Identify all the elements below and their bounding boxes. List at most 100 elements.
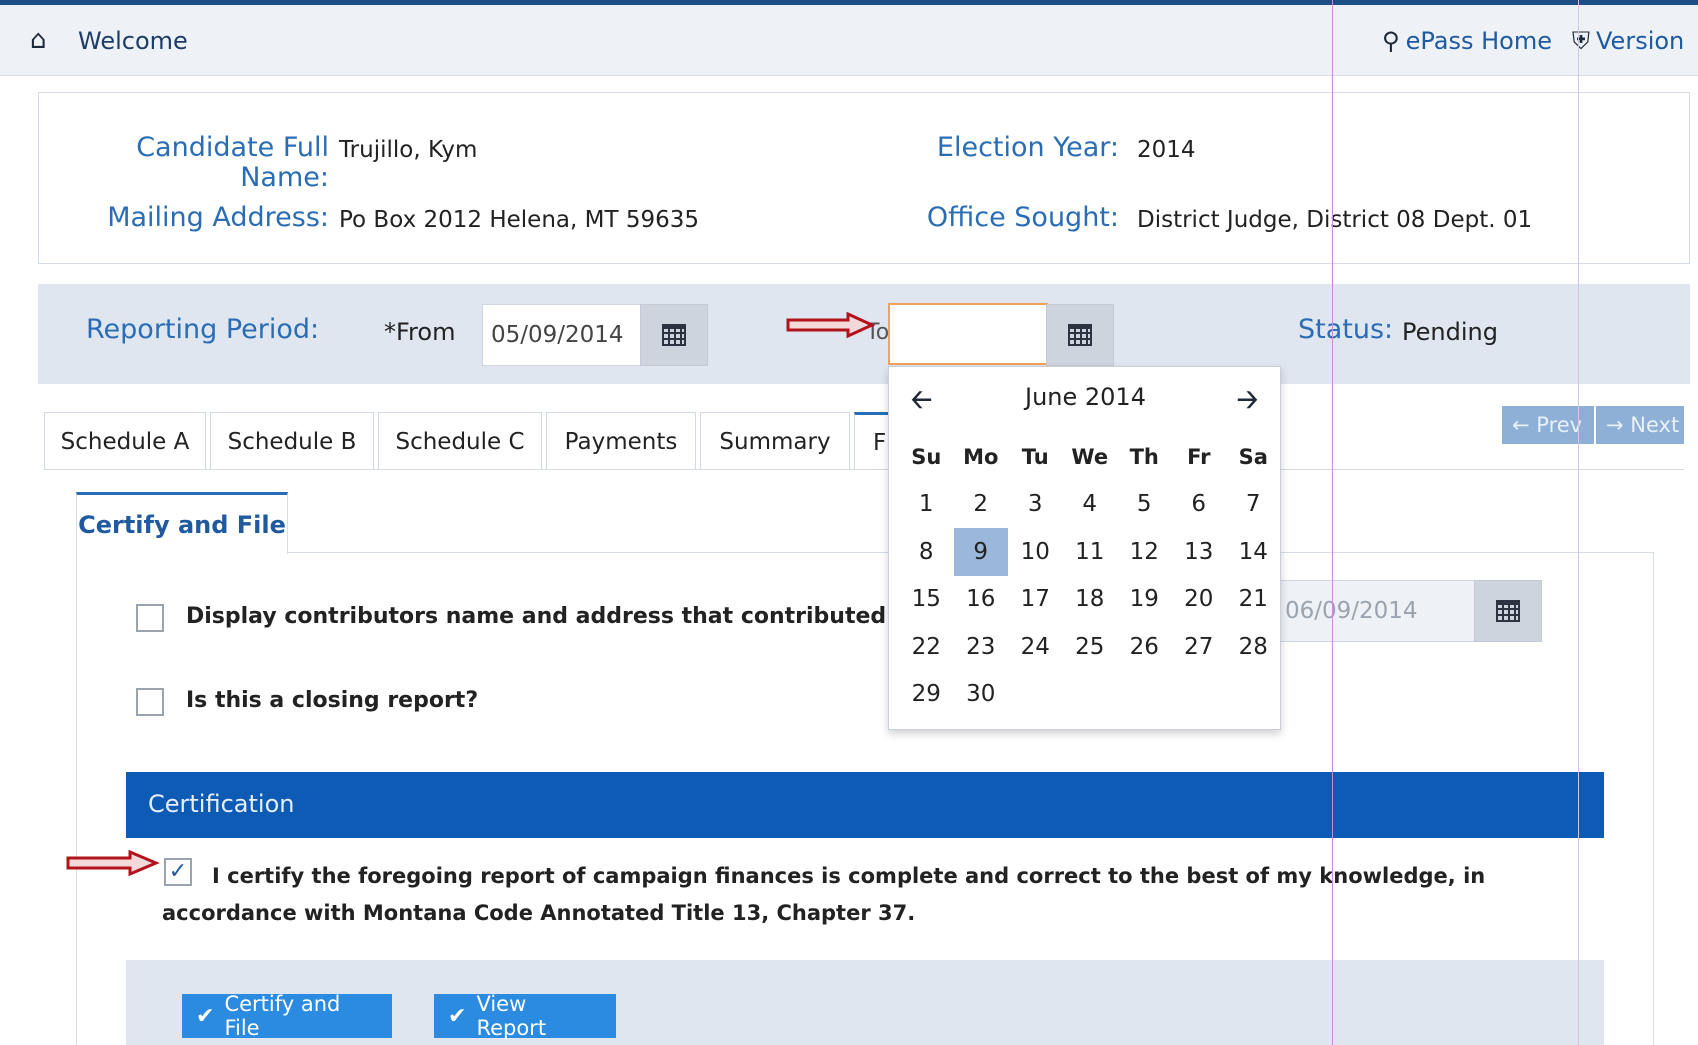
calendar-day[interactable]: 7 (1226, 481, 1281, 529)
reporting-period-label: Reporting Period: (86, 314, 320, 345)
calendar-day[interactable]: 21 (1226, 576, 1281, 624)
calendar-day[interactable]: 2 (954, 481, 1009, 529)
tab-payments[interactable]: Payments (546, 412, 696, 470)
tab-certify-and-file[interactable]: Certify and File (76, 492, 288, 554)
to-date-input[interactable] (888, 303, 1048, 365)
calendar-day[interactable]: 19 (1117, 576, 1172, 624)
mailing-address-value: Po Box 2012 Helena, MT 59635 (339, 207, 699, 233)
calendar-day[interactable]: 4 (1063, 481, 1118, 529)
calendar-day[interactable]: 15 (899, 576, 954, 624)
next-button[interactable]: → Next (1596, 406, 1684, 444)
calendar-day[interactable]: 18 (1063, 576, 1118, 624)
election-year-value: 2014 (1137, 137, 1196, 163)
calendar-day[interactable]: 1 (899, 481, 954, 529)
tab-schedule-a[interactable]: Schedule A (44, 412, 206, 470)
home-icon[interactable]: ⌂ (30, 25, 47, 55)
check-icon: ✔ (448, 1003, 467, 1029)
tab-schedule-c[interactable]: Schedule C (378, 412, 542, 470)
election-year-label: Election Year: (936, 132, 1119, 163)
closing-report-label: Is this a closing report? (186, 688, 479, 713)
calendar-day[interactable]: 30 (954, 671, 1009, 719)
from-date-input[interactable] (482, 304, 642, 366)
calendar-day[interactable]: 8 (899, 528, 954, 576)
calendar-day[interactable]: 24 (1008, 623, 1063, 671)
calendar-day[interactable]: 29 (899, 671, 954, 719)
arrow-right-icon: → (1606, 413, 1631, 437)
calendar-day-selected[interactable]: 9 (953, 528, 1008, 576)
office-sought-value: District Judge, District 08 Dept. 01 (1137, 207, 1533, 233)
weekday-header: Th (1129, 444, 1159, 469)
arrow-left-icon: ← (1512, 413, 1537, 437)
filed-date-calendar-button[interactable] (1474, 580, 1542, 642)
weekday-header: Tu (1021, 444, 1049, 469)
candidate-name-label: Candidate Full Name: (136, 132, 329, 193)
weekday-header: Sa (1238, 444, 1268, 469)
annotation-arrow-icon (786, 312, 876, 338)
certify-and-file-button[interactable]: ✔ Certify and File (182, 992, 392, 1040)
welcome-link[interactable]: Welcome (78, 27, 188, 55)
scan-line (1578, 0, 1579, 1045)
weekday-header: Fr (1187, 444, 1211, 469)
scan-line (1332, 0, 1333, 1045)
check-icon: ✔ (196, 1003, 215, 1029)
certification-statement: I certify the foregoing report of campai… (162, 864, 1486, 925)
calendar-day[interactable]: 10 (1008, 528, 1063, 576)
calendar-day[interactable]: 5 (1117, 481, 1172, 529)
tab-summary[interactable]: Summary (700, 412, 850, 470)
date-picker-month[interactable]: June 2014 (889, 383, 1282, 411)
candidate-info-panel: Candidate Full Name: Trujillo, Kym Maili… (38, 92, 1690, 264)
arrow-right-icon[interactable]: 🡢 (1237, 381, 1258, 425)
tabs-divider (44, 469, 1684, 470)
calendar-icon (662, 324, 686, 346)
calendar-day[interactable]: 23 (954, 623, 1009, 671)
calendar-day[interactable]: 13 (1172, 528, 1227, 576)
status-value: Pending (1402, 318, 1498, 346)
from-calendar-button[interactable] (640, 304, 708, 366)
weekday-header: Su (911, 444, 942, 469)
epass-home-label: ePass Home (1405, 27, 1552, 55)
calendar-day[interactable]: 25 (1063, 623, 1118, 671)
display-contributors-checkbox[interactable] (136, 604, 164, 632)
calendar-day[interactable]: 26 (1117, 623, 1172, 671)
key-icon: ⚲ (1382, 27, 1400, 55)
calendar-day[interactable]: 20 (1172, 576, 1227, 624)
office-sought-label: Office Sought: (926, 202, 1119, 233)
tab-schedule-b[interactable]: Schedule B (210, 412, 374, 470)
next-label: Next (1630, 413, 1680, 437)
annotation-arrow-icon (66, 850, 160, 876)
calendar-day[interactable]: 6 (1172, 481, 1227, 529)
epass-home-link[interactable]: ⚲ ePass Home (1382, 27, 1552, 55)
calendar-day[interactable]: 27 (1172, 623, 1227, 671)
from-label: *From (384, 318, 456, 346)
prev-label: Prev (1536, 413, 1583, 437)
mailing-address-label: Mailing Address: (107, 202, 329, 233)
calendar-icon (1068, 324, 1092, 346)
view-report-button[interactable]: ✔ View Report (434, 992, 616, 1040)
version-link[interactable]: ⛨ Version (1572, 27, 1684, 55)
date-picker-popup: 🡠 June 2014 🡢 Su Mo Tu We Th Fr Sa 1 2 3 4 5 6 7 8 9 10 1… (888, 366, 1281, 730)
closing-report-checkbox[interactable] (136, 688, 164, 716)
certify-and-file-label: Certify and File (224, 992, 341, 1040)
calendar-day[interactable]: 22 (899, 623, 954, 671)
calendar-day[interactable]: 11 (1063, 528, 1118, 576)
top-navbar: ⌂ Welcome ⚲ ePass Home ⛨ Version (0, 0, 1698, 76)
weekday-header: Mo (963, 444, 999, 469)
view-report-label: View Report (476, 992, 547, 1040)
calendar-day[interactable]: 28 (1226, 623, 1281, 671)
calendar-day[interactable]: 16 (954, 576, 1009, 624)
candidate-name-value: Trujillo, Kym (339, 137, 478, 163)
weekday-header: We (1071, 444, 1109, 469)
filed-date-input[interactable] (1276, 580, 1476, 642)
calendar-day[interactable]: 3 (1008, 481, 1063, 529)
calendar-day[interactable]: 17 (1008, 576, 1063, 624)
prev-button[interactable]: ← Prev (1502, 406, 1594, 444)
display-contributors-label: Display contributors name and address th… (186, 604, 979, 629)
version-label: Version (1596, 27, 1685, 55)
certification-header: Certification (126, 772, 1604, 838)
shield-icon: ⛨ (1572, 27, 1590, 55)
status-label: Status: (1298, 314, 1394, 345)
date-picker-grid: Su Mo Tu We Th Fr Sa 1 2 3 4 5 6 7 8 9 10 11 12 13 14 15 16 17 1… (899, 433, 1281, 718)
calendar-day[interactable]: 12 (1117, 528, 1172, 576)
to-calendar-button[interactable] (1046, 304, 1114, 366)
calendar-day[interactable]: 14 (1226, 528, 1281, 576)
